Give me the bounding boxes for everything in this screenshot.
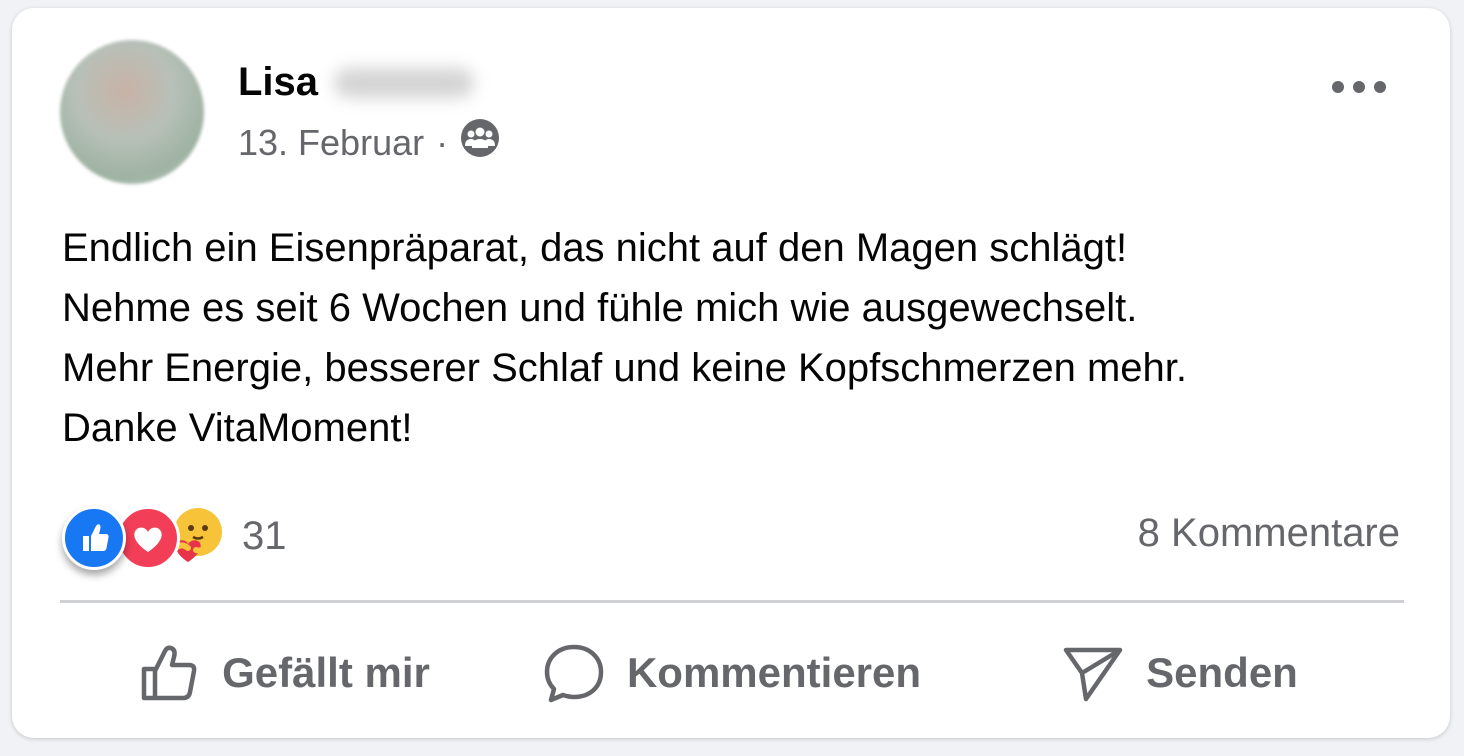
action-bar: Gefällt mir Kommentieren Senden [60, 628, 1404, 718]
post-date[interactable]: 13. Februar [238, 122, 424, 164]
more-dot [1353, 81, 1365, 93]
more-dot [1374, 81, 1386, 93]
send-button[interactable]: Senden [956, 628, 1404, 718]
author-last-name-blurred [334, 67, 475, 98]
more-options-icon[interactable] [1332, 70, 1386, 104]
author-name[interactable]: Lisa [238, 60, 318, 105]
comments-count[interactable]: 8 Kommentare [1138, 511, 1400, 556]
like-button[interactable]: Gefällt mir [60, 628, 508, 718]
group-icon [460, 118, 500, 167]
send-button-label: Senden [1146, 649, 1298, 696]
meta-separator: · [436, 121, 449, 163]
divider [60, 600, 1404, 603]
post-text-line: Endlich ein Eisenpräparat, das nicht auf… [62, 226, 1128, 270]
post-text-line: Mehr Energie, besserer Schlaf und keine … [62, 346, 1188, 390]
comment-button[interactable]: Kommentieren [508, 628, 956, 718]
like-icon [62, 506, 126, 570]
post-card: Lisa 13. Februar · Endlich ein Eisenpräp… [12, 8, 1450, 738]
thumbs-up-icon [141, 645, 197, 701]
comment-button-label: Kommentieren [626, 649, 922, 696]
reaction-count: 31 [242, 513, 287, 558]
post-meta: 13. Februar · [238, 118, 500, 167]
post-text-line: Nehme es seit 6 Wochen und fühle mich wi… [62, 286, 1138, 330]
like-button-label: Gefällt mir [222, 649, 430, 696]
reactions-summary[interactable]: 31 [62, 506, 287, 570]
comment-bubble-icon [544, 644, 604, 703]
post-text: Endlich ein Eisenpräparat, das nicht auf… [62, 218, 1402, 458]
author-row: Lisa [238, 60, 475, 105]
reaction-icons [62, 506, 228, 570]
post-text-line: Danke VitaMoment! [62, 406, 413, 450]
send-icon [1063, 647, 1123, 702]
avatar[interactable] [60, 40, 204, 184]
more-dot [1332, 81, 1344, 93]
